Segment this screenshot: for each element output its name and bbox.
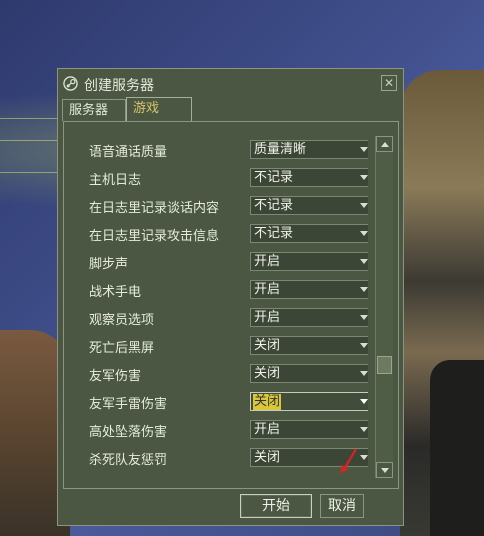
- close-button[interactable]: ✕: [381, 75, 397, 91]
- tab-game[interactable]: 游戏: [126, 97, 192, 122]
- setting-value: 质量清晰: [254, 142, 307, 157]
- create-server-dialog: 创建服务器 ✕ 服务器 游戏 语音通话质量 质量清晰 主机日志 不记录 在日志里记录谈话…: [57, 68, 404, 526]
- setting-value: 开启: [254, 422, 281, 437]
- setting-row: 语音通话质量 质量清晰: [78, 136, 368, 164]
- chevron-down-icon: [360, 343, 368, 348]
- setting-value: 关闭: [254, 450, 281, 465]
- chevron-down-icon: [360, 259, 368, 264]
- setting-value: 关闭: [254, 338, 281, 353]
- setting-row: 脚步声 开启: [78, 248, 368, 276]
- setting-row: 观察员选项 开启: [78, 304, 368, 332]
- scrollbar-thumb[interactable]: [377, 356, 392, 374]
- setting-dropdown[interactable]: 关闭: [250, 364, 368, 383]
- setting-row: 战术手电 开启: [78, 276, 368, 304]
- chevron-down-icon: [360, 455, 368, 460]
- setting-dropdown[interactable]: 开启: [250, 420, 368, 439]
- setting-dropdown[interactable]: 不记录: [250, 224, 368, 243]
- setting-label: 死亡后黑屏: [89, 341, 155, 356]
- red-arrow-pointer: [340, 448, 357, 474]
- setting-row: 友军伤害 关闭: [78, 360, 368, 388]
- start-button[interactable]: 开始: [240, 494, 312, 518]
- setting-label: 战术手电: [89, 285, 142, 300]
- setting-row: 友军手雷伤害 关闭: [78, 388, 368, 416]
- setting-dropdown[interactable]: 质量清晰: [250, 140, 368, 159]
- game-settings-panel: 语音通话质量 质量清晰 主机日志 不记录 在日志里记录谈话内容 不记录 在日志里记录攻击信息…: [63, 121, 399, 489]
- chevron-down-icon: [360, 287, 368, 292]
- setting-label: 高处坠落伤害: [89, 425, 168, 440]
- settings-scrollbar[interactable]: [375, 136, 393, 478]
- setting-value: 关闭: [253, 394, 282, 410]
- setting-label: 在日志里记录谈话内容: [89, 201, 220, 216]
- setting-row: 在日志里记录攻击信息 不记录: [78, 220, 368, 248]
- steam-icon: [63, 76, 78, 91]
- setting-label: 友军伤害: [89, 369, 142, 384]
- setting-label: 友军手雷伤害: [89, 397, 168, 412]
- chevron-down-icon: [360, 399, 368, 404]
- setting-dropdown[interactable]: 关闭: [250, 336, 368, 355]
- settings-list: 语音通话质量 质量清晰 主机日志 不记录 在日志里记录谈话内容 不记录 在日志里记录攻击信息…: [78, 136, 368, 476]
- chevron-down-icon: [360, 231, 368, 236]
- setting-value: 不记录: [254, 226, 294, 241]
- setting-value: 开启: [254, 282, 281, 297]
- window-title: 创建服务器: [84, 78, 154, 94]
- chevron-down-icon: [360, 371, 368, 376]
- setting-label: 脚步声: [89, 257, 129, 272]
- setting-row: 高处坠落伤害 开启: [78, 416, 368, 444]
- setting-label: 观察员选项: [89, 313, 155, 328]
- setting-label: 主机日志: [89, 173, 142, 188]
- tab-server[interactable]: 服务器: [62, 99, 126, 121]
- setting-dropdown[interactable]: 关闭: [250, 392, 368, 411]
- chevron-down-icon: [360, 147, 368, 152]
- setting-value: 开启: [254, 310, 281, 325]
- setting-row: 主机日志 不记录: [78, 164, 368, 192]
- setting-value: 不记录: [254, 170, 294, 185]
- setting-value: 关闭: [254, 366, 281, 381]
- setting-dropdown[interactable]: 不记录: [250, 196, 368, 215]
- setting-row: 死亡后黑屏 关闭: [78, 332, 368, 360]
- scroll-down-button[interactable]: [376, 462, 393, 478]
- setting-dropdown[interactable]: 不记录: [250, 168, 368, 187]
- setting-label: 杀死队友惩罚: [89, 453, 168, 468]
- title-bar[interactable]: 创建服务器 ✕: [58, 69, 403, 97]
- chevron-down-icon: [360, 427, 368, 432]
- setting-dropdown[interactable]: 开启: [250, 252, 368, 271]
- setting-dropdown[interactable]: 开启: [250, 308, 368, 327]
- chevron-down-icon: [360, 203, 368, 208]
- setting-row: 杀死队友惩罚 关闭: [78, 444, 368, 472]
- chevron-down-icon: [360, 175, 368, 180]
- cancel-button[interactable]: 取消: [320, 494, 364, 518]
- setting-value: 不记录: [254, 198, 294, 213]
- setting-label: 在日志里记录攻击信息: [89, 229, 220, 244]
- soldier-mask: [430, 360, 484, 536]
- setting-value: 开启: [254, 254, 281, 269]
- setting-row: 在日志里记录谈话内容 不记录: [78, 192, 368, 220]
- scroll-up-button[interactable]: [376, 136, 393, 152]
- setting-dropdown[interactable]: 开启: [250, 280, 368, 299]
- chevron-down-icon: [360, 315, 368, 320]
- setting-label: 语音通话质量: [89, 145, 168, 160]
